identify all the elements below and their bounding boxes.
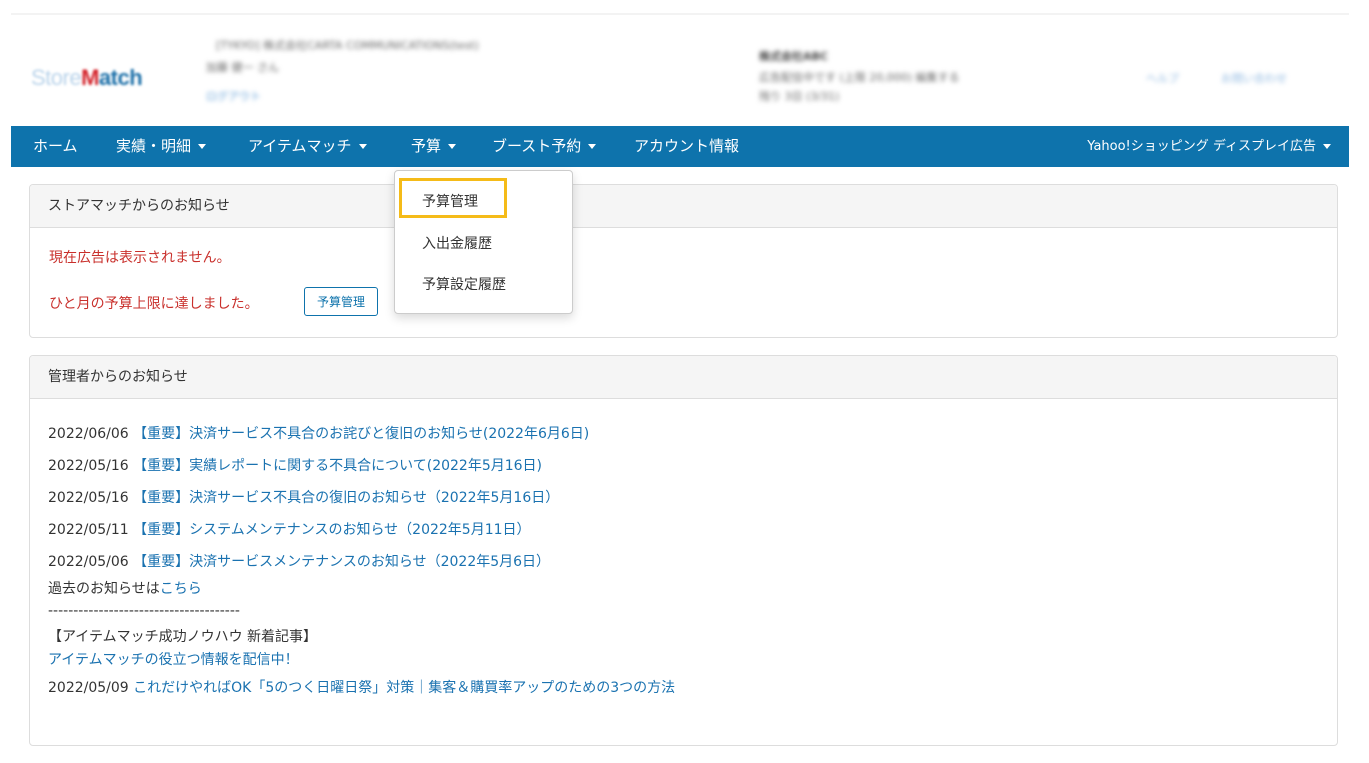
budget-dropdown-menu: 予算管理 入出金履歴 予算設定履歴 (394, 170, 573, 314)
divider: -------------------------------------- (48, 603, 240, 619)
news-item: 2022/06/06 【重要】決済サービス不具合のお詫びと復旧のお知らせ(202… (48, 426, 590, 442)
news-link[interactable]: 【重要】実績レポートに関する不具合について(2022年5月16日) (133, 458, 542, 474)
store-title: 株式会社ABC (759, 50, 828, 63)
budget-manage-button[interactable]: 予算管理 (304, 287, 378, 316)
nav-budget[interactable]: 予算 (411, 126, 457, 167)
past-news: 過去のお知らせはこちら (48, 581, 202, 597)
news-link[interactable]: 【重要】決済サービス不具合のお詫びと復旧のお知らせ(2022年6月6日) (133, 426, 589, 442)
admin-notice-panel: 管理者からのお知らせ 2022/06/06 【重要】決済サービス不具合のお詫びと… (29, 355, 1338, 746)
header-band: StoreMatch [TYKYO] 株式会社CARTA COMMUNICATI… (11, 13, 1349, 128)
nav-boost[interactable]: ブースト予約 (492, 126, 597, 167)
news-link[interactable]: 【重要】決済サービスメンテナンスのお知らせ（2022年5月6日） (133, 554, 550, 570)
help-link[interactable]: ヘルプ (1146, 70, 1179, 86)
user-name: 加藤 健一 さん (206, 61, 279, 74)
main-nav: ホーム 実績・明細 アイテムマッチ 予算 ブースト予約 アカウント情報 Yaho… (11, 126, 1349, 167)
store-notice-panel: ストアマッチからのお知らせ 現在広告は表示されません。 ひと月の予算上限に達しま… (29, 184, 1338, 338)
panel-title: 管理者からのお知らせ (30, 356, 1337, 399)
store-status: 広告配信中です (上限 20,000) 編集する (759, 71, 960, 84)
chevron-down-icon (588, 144, 597, 149)
nav-itemmatch[interactable]: アイテムマッチ (248, 126, 367, 167)
store-remaining: 残り 3日 (3/31) (759, 90, 840, 103)
contact-link[interactable]: お問い合わせ (1221, 70, 1287, 86)
news-item: 2022/05/06 【重要】決済サービスメンテナンスのお知らせ（2022年5月… (48, 554, 551, 570)
chevron-down-icon (1323, 144, 1331, 149)
alert-budget-limit: ひと月の予算上限に達しました。 (49, 296, 259, 312)
article-item: 2022/05/09 これだけやればOK「5のつく日曜日祭」対策｜集客＆購買率ア… (48, 680, 676, 696)
menu-item-budget-setting-history[interactable]: 予算設定履歴 (422, 274, 506, 294)
knowhow-title: 【アイテムマッチ成功ノウハウ 新着記事】 (48, 629, 318, 645)
news-link[interactable]: 【重要】システムメンテナンスのお知らせ（2022年5月11日） (133, 522, 530, 538)
knowhow-link[interactable]: アイテムマッチの役立つ情報を配信中！ (48, 649, 299, 669)
logo-match-text: Match (81, 65, 143, 90)
news-link[interactable]: 【重要】決済サービス不具合の復旧のお知らせ（2022年5月16日） (133, 490, 559, 506)
company-name: [TYKYO] 株式会社CARTA COMMUNICATIONS(test) (216, 39, 479, 52)
news-item: 2022/05/11 【重要】システムメンテナンスのお知らせ（2022年5月11… (48, 522, 531, 538)
nav-account[interactable]: アカウント情報 (634, 126, 739, 167)
nav-home[interactable]: ホーム (33, 126, 78, 167)
menu-item-budget-manage[interactable]: 予算管理 (422, 191, 478, 211)
news-item: 2022/05/16 【重要】実績レポートに関する不具合について(2022年5月… (48, 458, 543, 474)
panel-title: ストアマッチからのお知らせ (30, 185, 1337, 228)
past-news-link[interactable]: こちら (160, 581, 202, 597)
chevron-down-icon (448, 144, 457, 149)
nav-results[interactable]: 実績・明細 (116, 126, 207, 167)
alert-no-ads: 現在広告は表示されません。 (49, 250, 231, 266)
logout-link[interactable]: ログアウト (206, 88, 261, 104)
chevron-down-icon (358, 144, 367, 149)
news-item: 2022/05/16 【重要】決済サービス不具合の復旧のお知らせ（2022年5月… (48, 490, 560, 506)
article-link[interactable]: これだけやればOK「5のつく日曜日祭」対策｜集客＆購買率アップのための3つの方法 (133, 680, 675, 696)
nav-ad-type[interactable]: Yahoo!ショッピング ディスプレイ広告 (1087, 126, 1331, 167)
storematch-logo[interactable]: StoreMatch (31, 65, 143, 91)
menu-item-deposit-history[interactable]: 入出金履歴 (422, 233, 492, 253)
chevron-down-icon (198, 144, 207, 149)
